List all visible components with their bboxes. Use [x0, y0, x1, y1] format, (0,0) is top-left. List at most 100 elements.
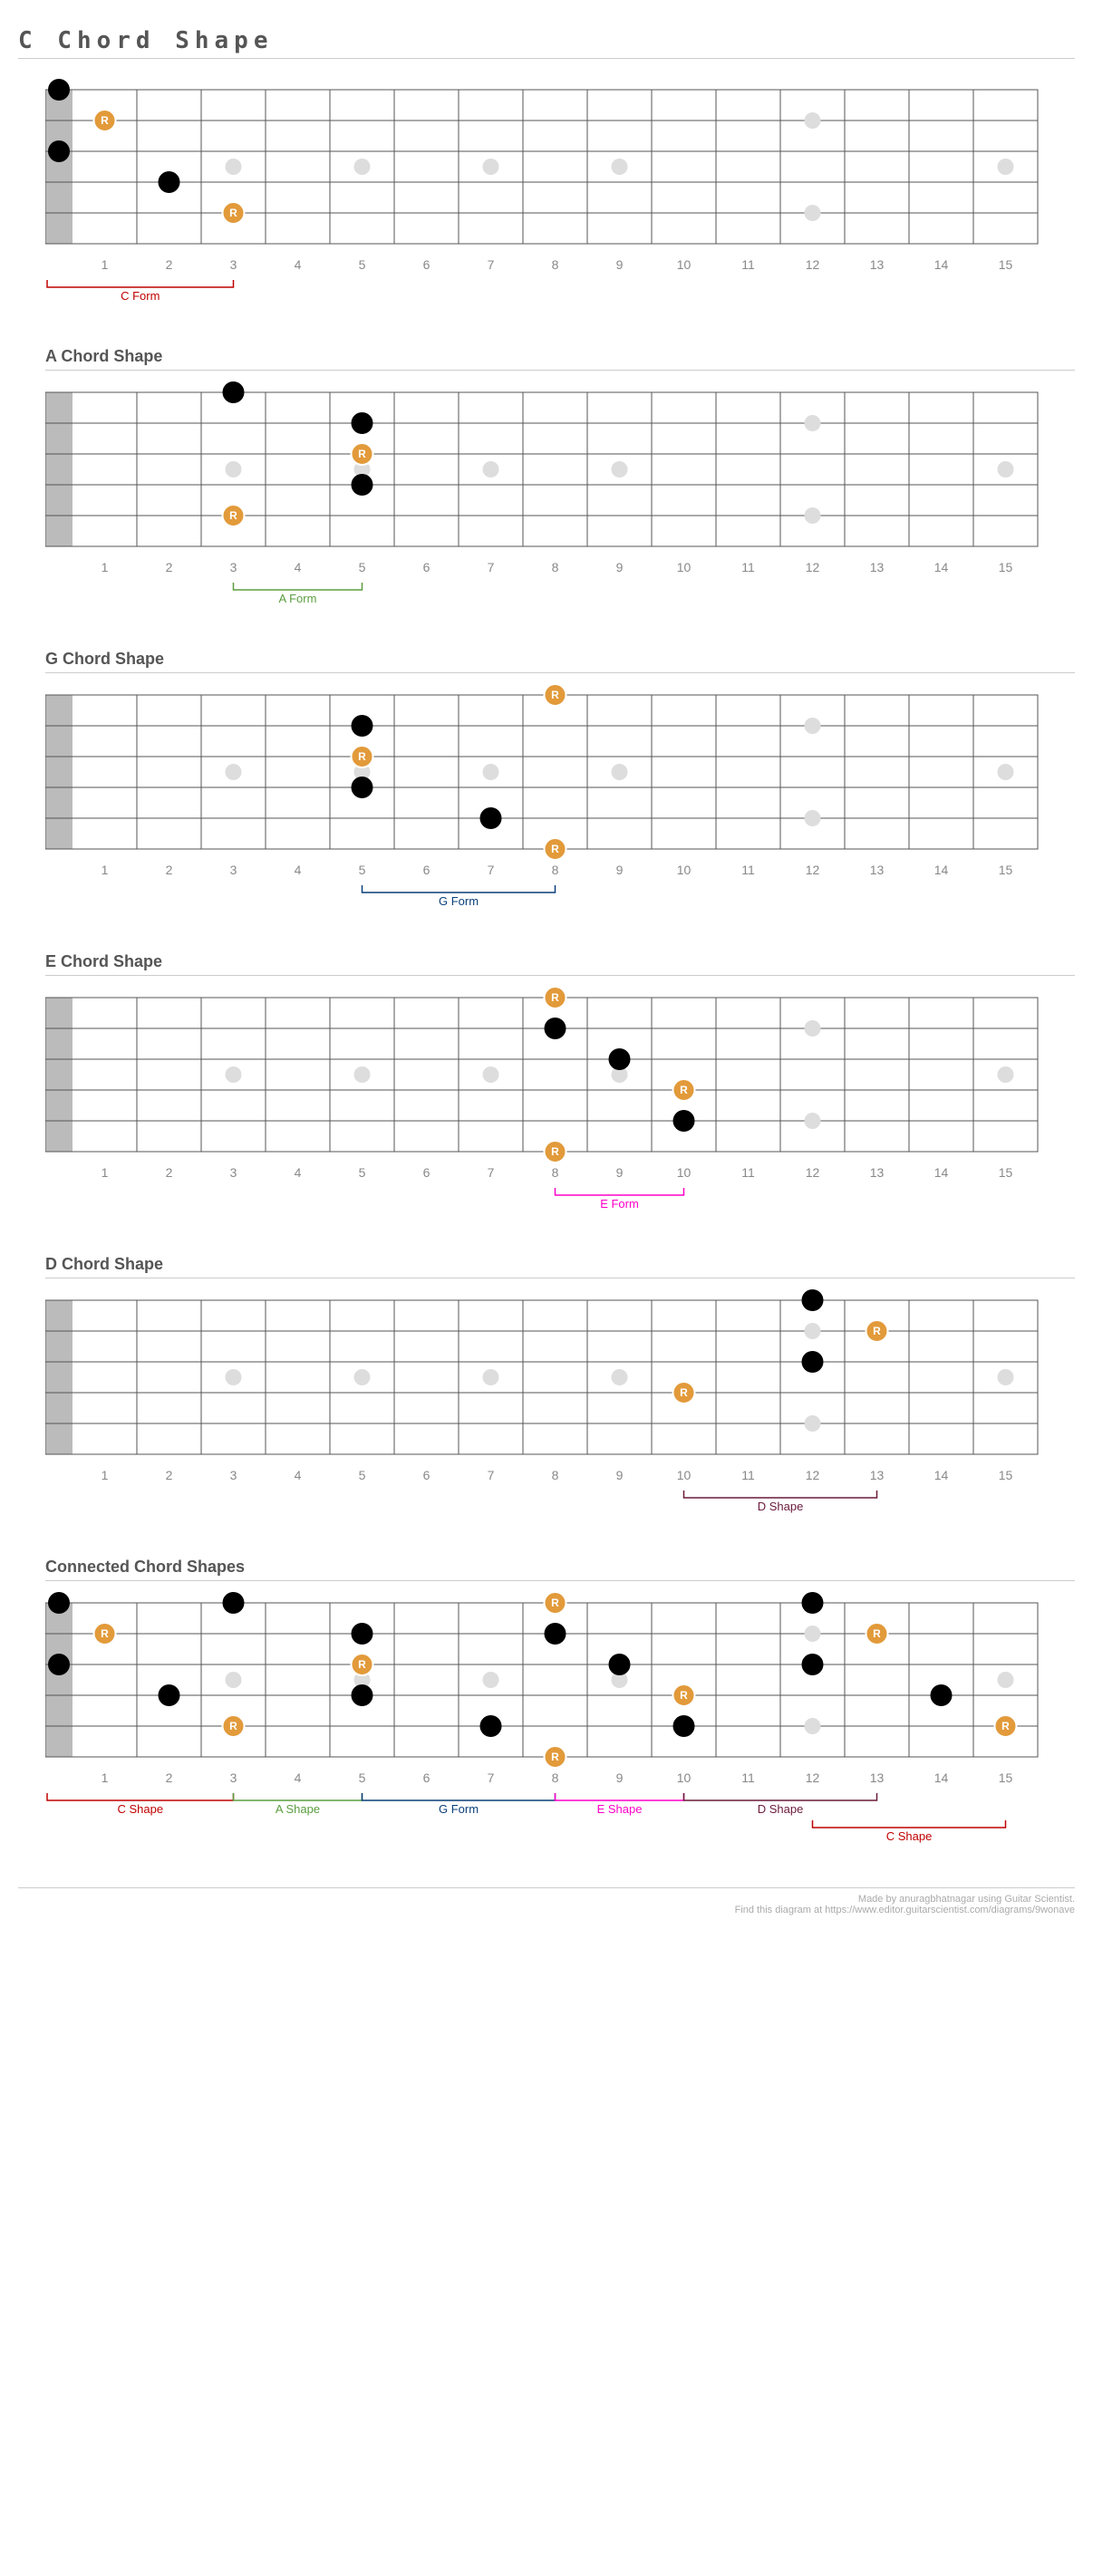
svg-text:E Shape: E Shape	[597, 1802, 643, 1816]
svg-text:3: 3	[230, 1468, 237, 1482]
svg-text:1: 1	[102, 1165, 109, 1180]
svg-text:D Shape: D Shape	[758, 1500, 804, 1513]
svg-text:14: 14	[934, 1468, 949, 1482]
svg-text:8: 8	[552, 1165, 559, 1180]
fretboard-diagram: 123456789101112131415RRC Form	[45, 77, 1075, 320]
svg-text:R: R	[551, 991, 559, 1004]
svg-text:15: 15	[999, 1468, 1013, 1482]
svg-text:9: 9	[616, 1165, 624, 1180]
svg-text:15: 15	[999, 863, 1013, 877]
svg-text:8: 8	[552, 1468, 559, 1482]
svg-text:4: 4	[295, 863, 302, 877]
svg-text:14: 14	[934, 1165, 949, 1180]
svg-text:4: 4	[295, 1468, 302, 1482]
svg-text:A Form: A Form	[279, 592, 317, 605]
svg-text:13: 13	[870, 560, 885, 574]
svg-text:12: 12	[806, 863, 820, 877]
svg-text:14: 14	[934, 257, 949, 272]
svg-text:6: 6	[423, 863, 430, 877]
svg-text:R: R	[873, 1627, 881, 1640]
svg-text:4: 4	[295, 1165, 302, 1180]
svg-text:15: 15	[999, 1165, 1013, 1180]
svg-text:5: 5	[359, 560, 366, 574]
svg-text:7: 7	[488, 1165, 495, 1180]
svg-text:5: 5	[359, 257, 366, 272]
svg-text:2: 2	[166, 560, 173, 574]
svg-text:2: 2	[166, 1165, 173, 1180]
fretboard-diagram: 123456789101112131415RRRRRRRRC ShapeA Sh…	[45, 1590, 1075, 1860]
svg-text:13: 13	[870, 257, 885, 272]
svg-text:6: 6	[423, 1165, 430, 1180]
svg-text:15: 15	[999, 1770, 1013, 1785]
svg-text:R: R	[873, 1325, 881, 1337]
svg-text:R: R	[1001, 1720, 1010, 1732]
svg-text:R: R	[358, 1658, 366, 1671]
svg-text:2: 2	[166, 257, 173, 272]
svg-text:13: 13	[870, 863, 885, 877]
svg-text:R: R	[229, 207, 237, 219]
svg-text:R: R	[101, 114, 109, 127]
svg-text:7: 7	[488, 560, 495, 574]
footer-link: Find this diagram at https://www.editor.…	[18, 1905, 1075, 1915]
svg-text:10: 10	[677, 560, 692, 574]
diagram-title: Connected Chord Shapes	[45, 1558, 1075, 1581]
svg-text:10: 10	[677, 1770, 692, 1785]
svg-text:11: 11	[741, 257, 755, 272]
svg-text:4: 4	[295, 1770, 302, 1785]
svg-text:1: 1	[102, 1468, 109, 1482]
footer: Made by anuragbhatnagar using Guitar Sci…	[18, 1887, 1075, 1915]
svg-text:11: 11	[741, 1770, 755, 1785]
svg-text:R: R	[680, 1084, 688, 1096]
svg-text:1: 1	[102, 560, 109, 574]
svg-text:5: 5	[359, 863, 366, 877]
svg-text:7: 7	[488, 1770, 495, 1785]
svg-text:1: 1	[102, 1770, 109, 1785]
svg-text:3: 3	[230, 863, 237, 877]
page-title: C Chord Shape	[18, 27, 1075, 59]
svg-text:15: 15	[999, 560, 1013, 574]
svg-text:12: 12	[806, 1165, 820, 1180]
svg-text:R: R	[358, 750, 366, 763]
svg-text:10: 10	[677, 1468, 692, 1482]
svg-text:11: 11	[741, 1165, 755, 1180]
svg-text:R: R	[551, 1145, 559, 1158]
svg-text:R: R	[551, 1597, 559, 1609]
svg-text:R: R	[358, 448, 366, 460]
svg-text:9: 9	[616, 257, 624, 272]
diagram-title: A Chord Shape	[45, 347, 1075, 371]
svg-text:5: 5	[359, 1770, 366, 1785]
svg-text:4: 4	[295, 560, 302, 574]
svg-text:6: 6	[423, 1468, 430, 1482]
svg-text:G Form: G Form	[439, 894, 479, 908]
svg-text:14: 14	[934, 863, 949, 877]
svg-text:13: 13	[870, 1770, 885, 1785]
footer-credit: Made by anuragbhatnagar using Guitar Sci…	[18, 1894, 1075, 1905]
svg-text:R: R	[229, 1720, 237, 1732]
fretboard-diagram: 123456789101112131415RRRE Form	[45, 985, 1075, 1228]
svg-text:8: 8	[552, 257, 559, 272]
svg-text:9: 9	[616, 863, 624, 877]
svg-text:7: 7	[488, 863, 495, 877]
svg-text:2: 2	[166, 863, 173, 877]
svg-text:12: 12	[806, 257, 820, 272]
svg-text:R: R	[551, 1751, 559, 1763]
diagram-title: E Chord Shape	[45, 952, 1075, 976]
svg-text:10: 10	[677, 257, 692, 272]
svg-text:15: 15	[999, 257, 1013, 272]
svg-text:6: 6	[423, 257, 430, 272]
svg-text:2: 2	[166, 1468, 173, 1482]
svg-text:8: 8	[552, 1770, 559, 1785]
svg-text:G Form: G Form	[439, 1802, 479, 1816]
svg-text:9: 9	[616, 560, 624, 574]
svg-text:1: 1	[102, 257, 109, 272]
svg-text:12: 12	[806, 560, 820, 574]
fretboard-diagram: 123456789101112131415RRA Form	[45, 380, 1075, 622]
svg-text:12: 12	[806, 1468, 820, 1482]
svg-text:2: 2	[166, 1770, 173, 1785]
svg-text:A Shape: A Shape	[276, 1802, 320, 1816]
svg-text:9: 9	[616, 1770, 624, 1785]
svg-text:C Shape: C Shape	[886, 1829, 933, 1843]
svg-text:14: 14	[934, 560, 949, 574]
svg-text:R: R	[101, 1627, 109, 1640]
svg-text:3: 3	[230, 257, 237, 272]
